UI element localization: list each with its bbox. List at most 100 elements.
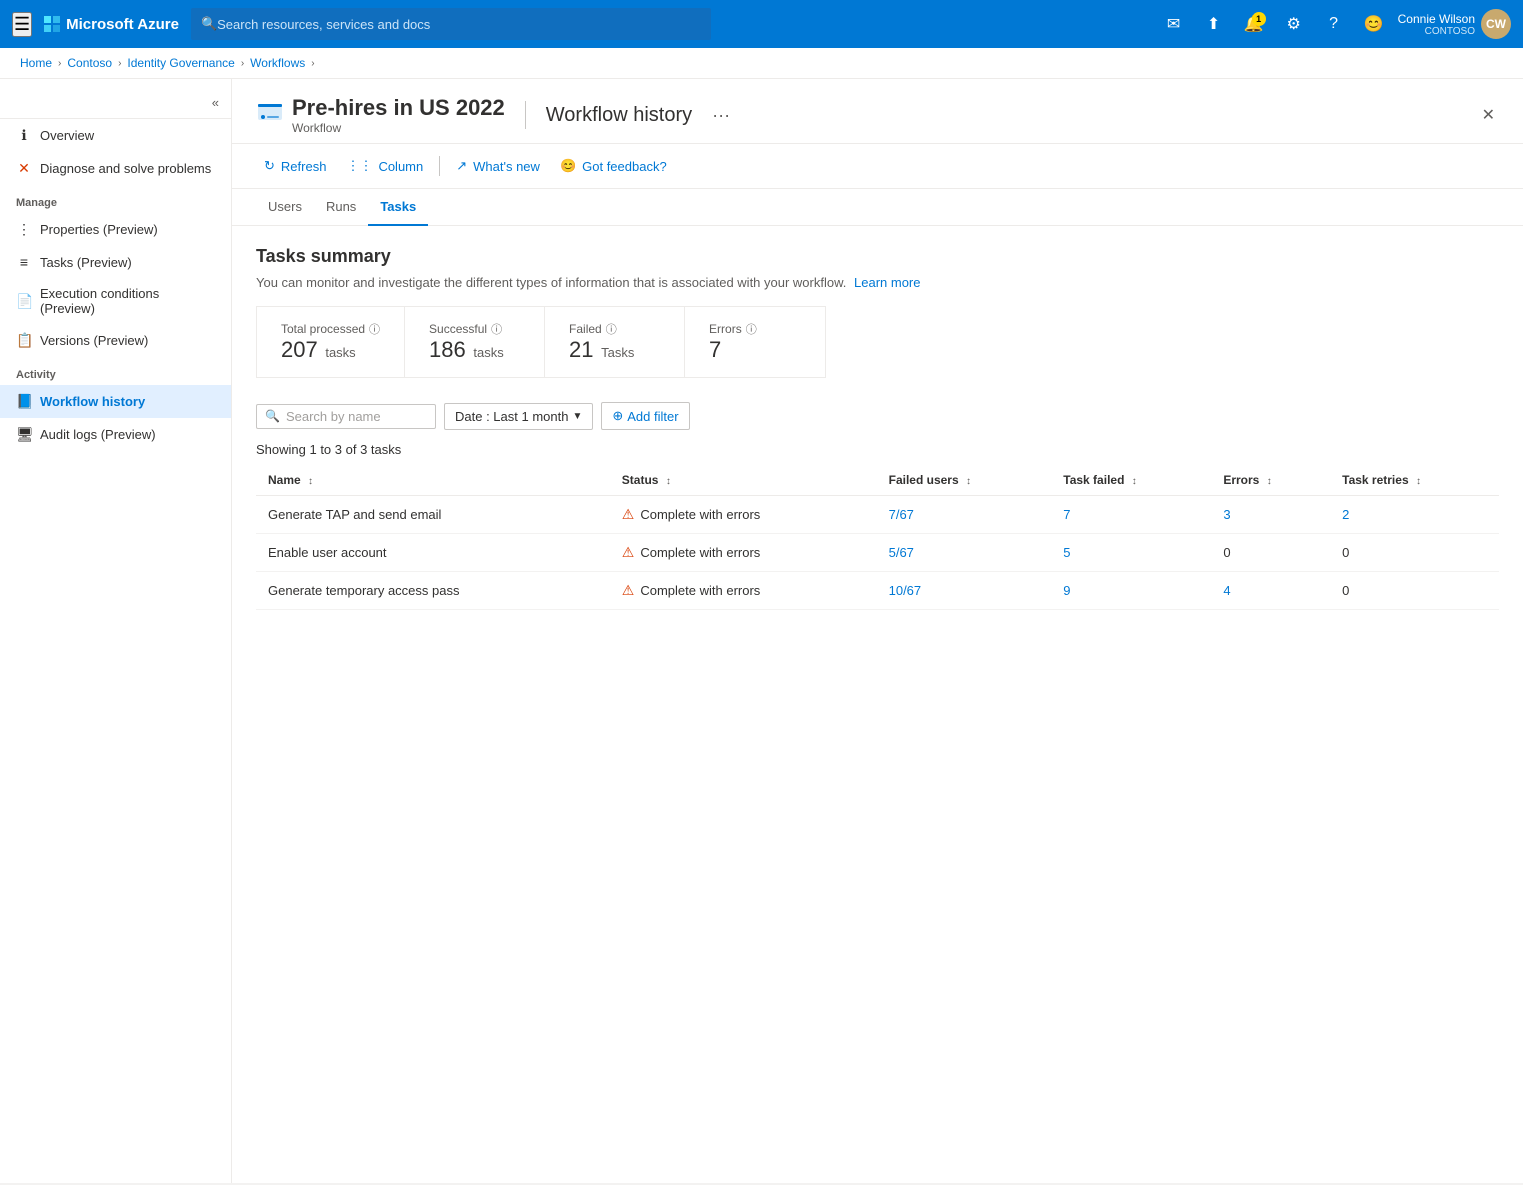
email-button[interactable]: ✉ [1158,8,1190,40]
summary-card-total: Total processed ⓘ 207 tasks [257,307,405,377]
sidebar: « ℹ Overview ✕ Diagnose and solve proble… [0,79,232,1183]
sidebar-item-audit-logs[interactable]: 🖥 Audit logs (Preview) [0,418,231,451]
col-errors[interactable]: Errors ↕ [1211,465,1330,496]
col-name[interactable]: Name ↕ [256,465,610,496]
sidebar-item-properties[interactable]: ⋮ Properties (Preview) [0,213,231,246]
pre-hires-icon [256,98,284,126]
sidebar-item-overview-label: Overview [40,128,94,143]
user-name: Connie Wilson [1398,12,1475,26]
content-area: Pre-hires in US 2022 Workflow Workflow h… [232,79,1523,1183]
feedback-button[interactable]: 😊 [1358,8,1390,40]
global-search[interactable]: 🔍 [191,8,711,40]
help-button[interactable]: ? [1318,8,1350,40]
failed-info-icon[interactable]: ⓘ [606,321,617,337]
hamburger-button[interactable]: ☰ [12,12,32,37]
total-processed-label: Total processed [281,322,365,336]
user-org: CONTOSO [1398,26,1475,37]
date-filter-chip[interactable]: Date : Last 1 month ▼ [444,403,593,430]
breadcrumb-contoso[interactable]: Contoso [67,56,112,70]
feedback-toolbar-button[interactable]: 😊 Got feedback? [552,152,675,180]
date-filter-label: Date : Last 1 month [455,409,568,424]
notifications-button[interactable]: 🔔 1 [1238,8,1270,40]
refresh-button[interactable]: ↻ Refresh [256,152,334,180]
successful-value: 186 [429,337,466,362]
failed-users-link-0[interactable]: 7/67 [889,507,914,522]
breadcrumb-home[interactable]: Home [20,56,52,70]
page-subtitle: Workflow [292,121,505,135]
errors-link-2[interactable]: 4 [1223,583,1230,598]
sort-task-failed-icon: ↕ [1132,476,1137,487]
settings-button[interactable]: ⚙ [1278,8,1310,40]
failed-users-link-1[interactable]: 5/67 [889,545,914,560]
breadcrumb-identity-governance[interactable]: Identity Governance [127,56,234,70]
toolbar-divider [439,156,440,176]
col-status[interactable]: Status ↕ [610,465,877,496]
sidebar-item-workflow-history[interactable]: 📘 Workflow history [0,385,231,418]
successful-unit: tasks [473,345,503,360]
errors-label: Errors [709,322,742,336]
section-title: Tasks summary [256,246,1499,267]
task-failed-link-1[interactable]: 5 [1063,545,1070,560]
total-info-icon[interactable]: ⓘ [369,321,380,337]
failed-value: 21 [569,337,593,362]
sidebar-item-diagnose[interactable]: ✕ Diagnose and solve problems [0,152,231,185]
whats-new-button[interactable]: ↗ What's new [448,152,548,180]
errors-link-0[interactable]: 3 [1223,507,1230,522]
retries-link-0[interactable]: 2 [1342,507,1349,522]
sidebar-item-tasks-label: Tasks (Preview) [40,255,132,270]
failed-label: Failed [569,322,602,336]
failed-users-link-2[interactable]: 10/67 [889,583,922,598]
azure-logo-icon [44,16,60,32]
learn-more-link[interactable]: Learn more [854,275,920,290]
sidebar-item-properties-label: Properties (Preview) [40,222,158,237]
col-task-retries[interactable]: Task retries ↕ [1330,465,1499,496]
tab-runs[interactable]: Runs [314,189,368,226]
user-profile[interactable]: Connie Wilson CONTOSO CW [1398,9,1511,39]
successful-info-icon[interactable]: ⓘ [491,321,502,337]
avatar: CW [1481,9,1511,39]
versions-icon: 📋 [16,332,32,349]
task-failed-link-2[interactable]: 9 [1063,583,1070,598]
workflow-header-icon [256,98,284,132]
close-button[interactable]: ✕ [1478,101,1499,129]
col-failed-users[interactable]: Failed users ↕ [877,465,1052,496]
app-name: Microsoft Azure [66,16,179,33]
upload-button[interactable]: ⬆ [1198,8,1230,40]
sort-status-icon: ↕ [666,476,671,487]
ellipsis-menu-button[interactable]: ··· [704,101,738,130]
page-secondary-title: Workflow history [546,104,692,127]
cell-name-1: Enable user account [256,534,610,572]
refresh-icon: ↻ [264,158,275,174]
search-input[interactable] [217,17,701,32]
add-filter-button[interactable]: ⊕ Add filter [601,402,689,430]
sort-errors-icon: ↕ [1267,476,1272,487]
search-input[interactable] [286,409,426,424]
sidebar-item-tasks[interactable]: ≡ Tasks (Preview) [0,246,231,278]
tab-users[interactable]: Users [256,189,314,226]
sidebar-item-overview[interactable]: ℹ Overview [0,119,231,152]
sidebar-item-diagnose-label: Diagnose and solve problems [40,161,211,176]
col-task-failed[interactable]: Task failed ↕ [1051,465,1211,496]
search-box[interactable]: 🔍 [256,404,436,429]
breadcrumb-sep-1: › [58,58,61,69]
cell-status-0: ⚠ Complete with errors [610,496,877,534]
status-text-1: Complete with errors [640,545,760,560]
properties-icon: ⋮ [16,221,32,238]
column-label: Column [378,159,423,174]
tab-tasks[interactable]: Tasks [368,189,428,226]
sidebar-collapse-button[interactable]: « [0,87,231,119]
errors-info-icon[interactable]: ⓘ [746,321,757,337]
page-title-block: Pre-hires in US 2022 Workflow [292,95,505,135]
cell-retries-0: 2 [1330,496,1499,534]
sidebar-item-execution[interactable]: 📄 Execution conditions (Preview) [0,278,231,324]
header-divider [525,101,526,129]
column-button[interactable]: ⋮⋮ Column [338,152,431,180]
breadcrumb-workflows[interactable]: Workflows [250,56,305,70]
task-failed-link-0[interactable]: 7 [1063,507,1070,522]
activity-section-label: Activity [0,357,231,385]
page-title: Pre-hires in US 2022 [292,95,505,121]
table-row: Generate temporary access pass ⚠ Complet… [256,572,1499,610]
sidebar-item-versions[interactable]: 📋 Versions (Preview) [0,324,231,357]
cell-task-failed-0: 7 [1051,496,1211,534]
cell-name-0: Generate TAP and send email [256,496,610,534]
